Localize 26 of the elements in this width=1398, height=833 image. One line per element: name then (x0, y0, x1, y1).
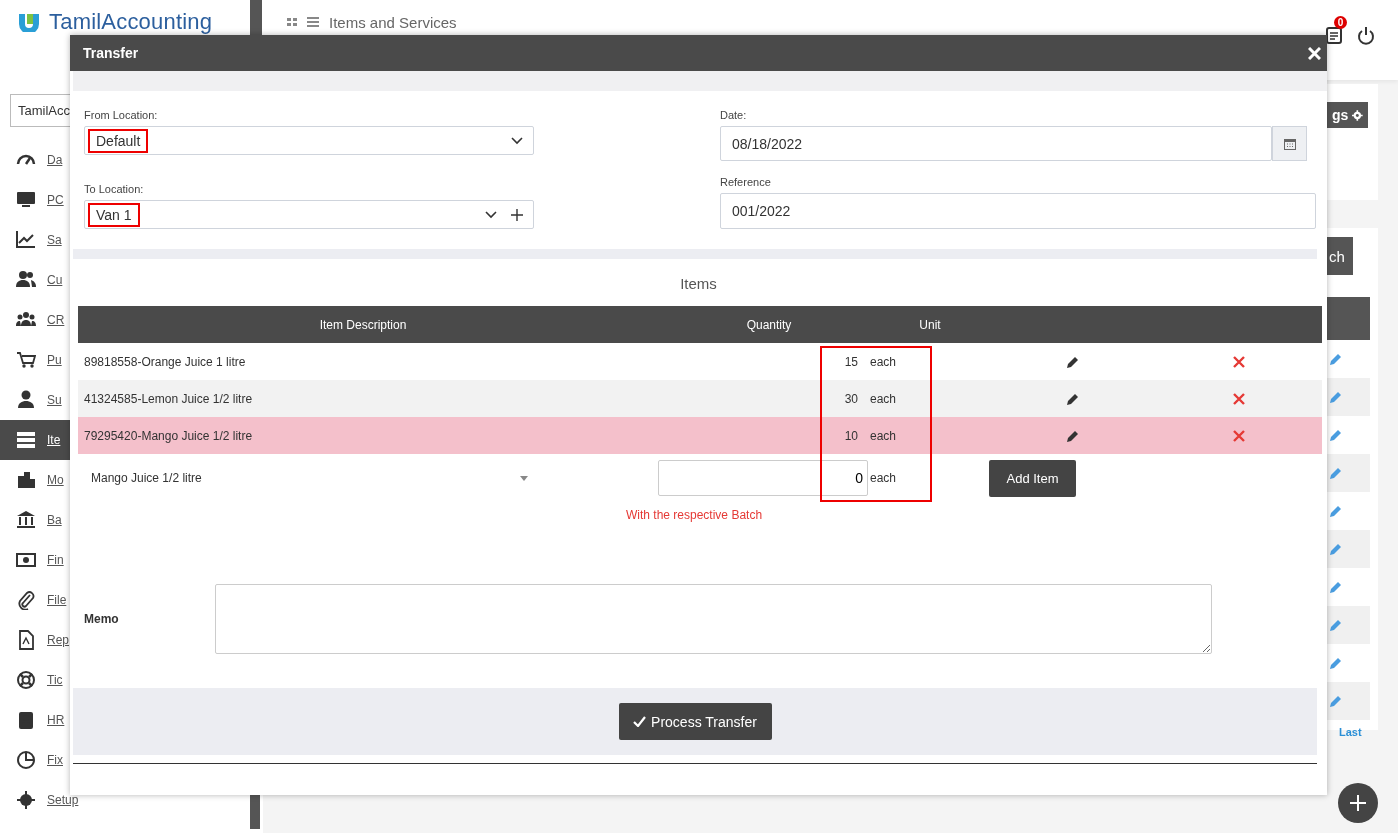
column-header: Quantity (745, 317, 793, 332)
page-title: Items and Services (329, 13, 457, 31)
table-cell-text: 30 (843, 391, 859, 406)
field-label: From Location: (84, 109, 159, 121)
dialog-title: Transfer (83, 45, 139, 61)
notification-badge: 0 (1334, 16, 1347, 29)
table-cell-text: 41324585-Lemon Juice 1/2 litre (83, 391, 254, 406)
column-header: Unit (918, 317, 942, 332)
highlighted-value: Default (88, 128, 149, 153)
table-cell-text: 15 (843, 354, 859, 369)
section-title: Items (680, 274, 717, 294)
column-header: Item Description (318, 317, 408, 332)
table-cell-text: each (870, 354, 898, 369)
field-label: Date: (720, 109, 748, 121)
field-label: To Location: (84, 183, 145, 195)
table-cell-text: each (870, 428, 898, 443)
batch-note: With the respective Batch (625, 507, 764, 522)
table-cell-text: each (870, 391, 898, 406)
highlighted-value: Van 1 (88, 202, 140, 227)
table-cell-text: 10 (843, 428, 859, 443)
field-label: Reference (720, 176, 772, 188)
table-cell-text: 79295420-Mango Juice 1/2 litre (83, 428, 254, 443)
memo-label: Memo (84, 612, 120, 626)
logo-text: TamilAccounting (49, 9, 213, 35)
table-cell-text: 89818558-Orange Juice 1 litre (83, 354, 247, 369)
unit-text: each (870, 471, 898, 485)
